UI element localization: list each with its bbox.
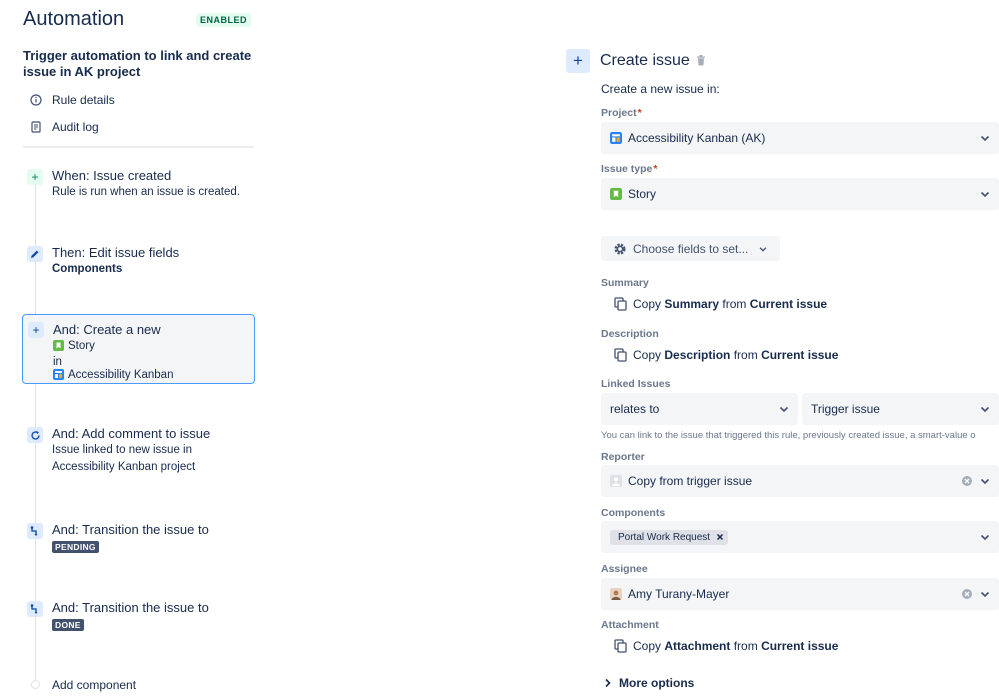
step-transition-pending[interactable]: And: Transition the issue to PENDING — [22, 522, 255, 553]
chevron-down-icon — [979, 588, 991, 603]
chevron-down-icon — [979, 475, 991, 490]
step-edit-fields[interactable]: Then: Edit issue fields Components — [22, 245, 255, 278]
assignee-value: Amy Turany-Mayer — [628, 587, 730, 601]
step-title: And: Create a new — [53, 322, 161, 337]
reporter-value: Copy from trigger issue — [628, 474, 753, 488]
project-select[interactable]: Accessibility Kanban (AK) — [601, 122, 999, 154]
project-icon — [53, 369, 64, 386]
plus-icon: + — [566, 49, 590, 73]
transition-icon — [27, 523, 43, 539]
description-copy-value[interactable]: Copy Description from Current issue — [614, 348, 838, 362]
step-title: When: Issue created — [52, 168, 172, 183]
clear-icon[interactable] — [961, 588, 973, 603]
issue-type-label: Issue type* — [601, 163, 658, 175]
audit-log-link[interactable]: Audit log — [30, 120, 99, 134]
issue-type-value: Story — [628, 187, 657, 201]
component-tag: Portal Work Request — [610, 529, 729, 545]
link-target-value: Trigger issue — [811, 402, 880, 416]
step-title: And: Add comment to issue — [52, 426, 211, 441]
component-tag-label: Portal Work Request — [618, 531, 711, 543]
more-options-label: More options — [619, 676, 695, 690]
chevron-down-icon — [979, 531, 991, 546]
plus-icon: + — [28, 322, 44, 338]
choose-fields-button[interactable]: Choose fields to set... — [601, 236, 780, 261]
rule-details-label: Rule details — [52, 93, 115, 107]
step-title: Then: Edit issue fields — [52, 245, 180, 260]
add-component-button[interactable]: Add component — [52, 678, 136, 692]
plus-icon: + — [27, 169, 43, 185]
chevron-down-icon — [758, 244, 768, 254]
rule-details-link[interactable]: Rule details — [30, 93, 115, 107]
page-title: Automation — [23, 8, 125, 30]
status-lozenge: DONE — [52, 619, 84, 631]
step-create-issue[interactable]: + And: Create a new Story in Accessibili… — [22, 314, 255, 384]
chevron-down-icon — [979, 403, 991, 418]
info-icon — [30, 94, 42, 106]
step-description: Rule is run when an issue is created. — [52, 186, 240, 198]
panel-title: Create issue — [600, 52, 690, 69]
project-value: Accessibility Kanban (AK) — [628, 131, 766, 145]
gear-icon — [613, 242, 627, 256]
project-label: Accessibility Kanban — [68, 369, 174, 381]
attachment-label: Attachment — [601, 619, 659, 631]
story-icon — [53, 340, 64, 357]
status-lozenge: PENDING — [52, 541, 99, 553]
assignee-label: Assignee — [601, 563, 648, 575]
step-add-comment[interactable]: And: Add comment to issue Issue linked t… — [22, 426, 255, 476]
attachment-copy-value[interactable]: Copy Attachment from Current issue — [614, 639, 838, 653]
summary-copy-value[interactable]: Copy Summary from Current issue — [614, 297, 827, 311]
trash-icon[interactable] — [696, 55, 706, 69]
assignee-select[interactable]: Amy Turany-Mayer — [601, 578, 999, 610]
link-target-select[interactable]: Trigger issue — [802, 393, 999, 425]
panel-intro: Create a new issue in: — [601, 82, 720, 96]
link-type-value: relates to — [610, 402, 660, 416]
step-trigger[interactable]: + When: Issue created Rule is run when a… — [22, 168, 255, 201]
chevron-down-icon — [979, 188, 991, 203]
project-icon — [610, 132, 622, 144]
step-transition-done[interactable]: And: Transition the issue to DONE — [22, 600, 255, 631]
remove-tag-icon[interactable] — [716, 533, 724, 541]
reporter-select[interactable]: Copy from trigger issue — [601, 465, 999, 497]
audit-log-label: Audit log — [52, 120, 99, 134]
add-component-dot — [31, 680, 40, 689]
divider — [23, 146, 254, 148]
issue-type-label: Story — [68, 340, 95, 352]
status-badge: ENABLED — [196, 13, 252, 27]
choose-fields-label: Choose fields to set... — [633, 241, 749, 256]
chevron-down-icon — [979, 132, 991, 147]
copy-icon — [614, 297, 628, 311]
step-title: And: Transition the issue to — [52, 522, 209, 537]
user-placeholder-icon — [610, 475, 622, 487]
components-label: Components — [601, 507, 666, 519]
step-description: Components — [52, 263, 123, 275]
issue-type-select[interactable]: Story — [601, 178, 999, 210]
linked-issues-helper: You can link to the issue that triggered… — [601, 430, 976, 441]
copy-icon — [614, 639, 628, 653]
summary-label: Summary — [601, 277, 649, 289]
step-title: And: Transition the issue to — [52, 600, 209, 615]
step-description: Issue linked to new issue in — [52, 444, 192, 456]
refresh-icon — [27, 427, 43, 443]
in-label: in — [53, 356, 62, 368]
chevron-down-icon — [778, 403, 790, 418]
more-options-toggle[interactable]: More options — [604, 676, 694, 690]
project-label: Project* — [601, 107, 642, 119]
chevron-right-icon — [604, 678, 612, 688]
copy-icon — [614, 348, 628, 362]
step-description: Accessibility Kanban project — [52, 461, 196, 473]
linked-issues-label: Linked Issues — [601, 378, 671, 390]
avatar — [610, 588, 622, 600]
pencil-icon — [27, 246, 43, 262]
description-label: Description — [601, 328, 659, 340]
transition-icon — [27, 601, 43, 617]
document-icon — [30, 121, 42, 133]
clear-icon[interactable] — [961, 475, 973, 490]
story-icon — [610, 188, 622, 200]
reporter-label: Reporter — [601, 451, 645, 463]
components-select[interactable]: Portal Work Request — [601, 521, 999, 553]
rule-name: Trigger automation to link and create is… — [23, 48, 252, 79]
link-type-select[interactable]: relates to — [601, 393, 798, 425]
